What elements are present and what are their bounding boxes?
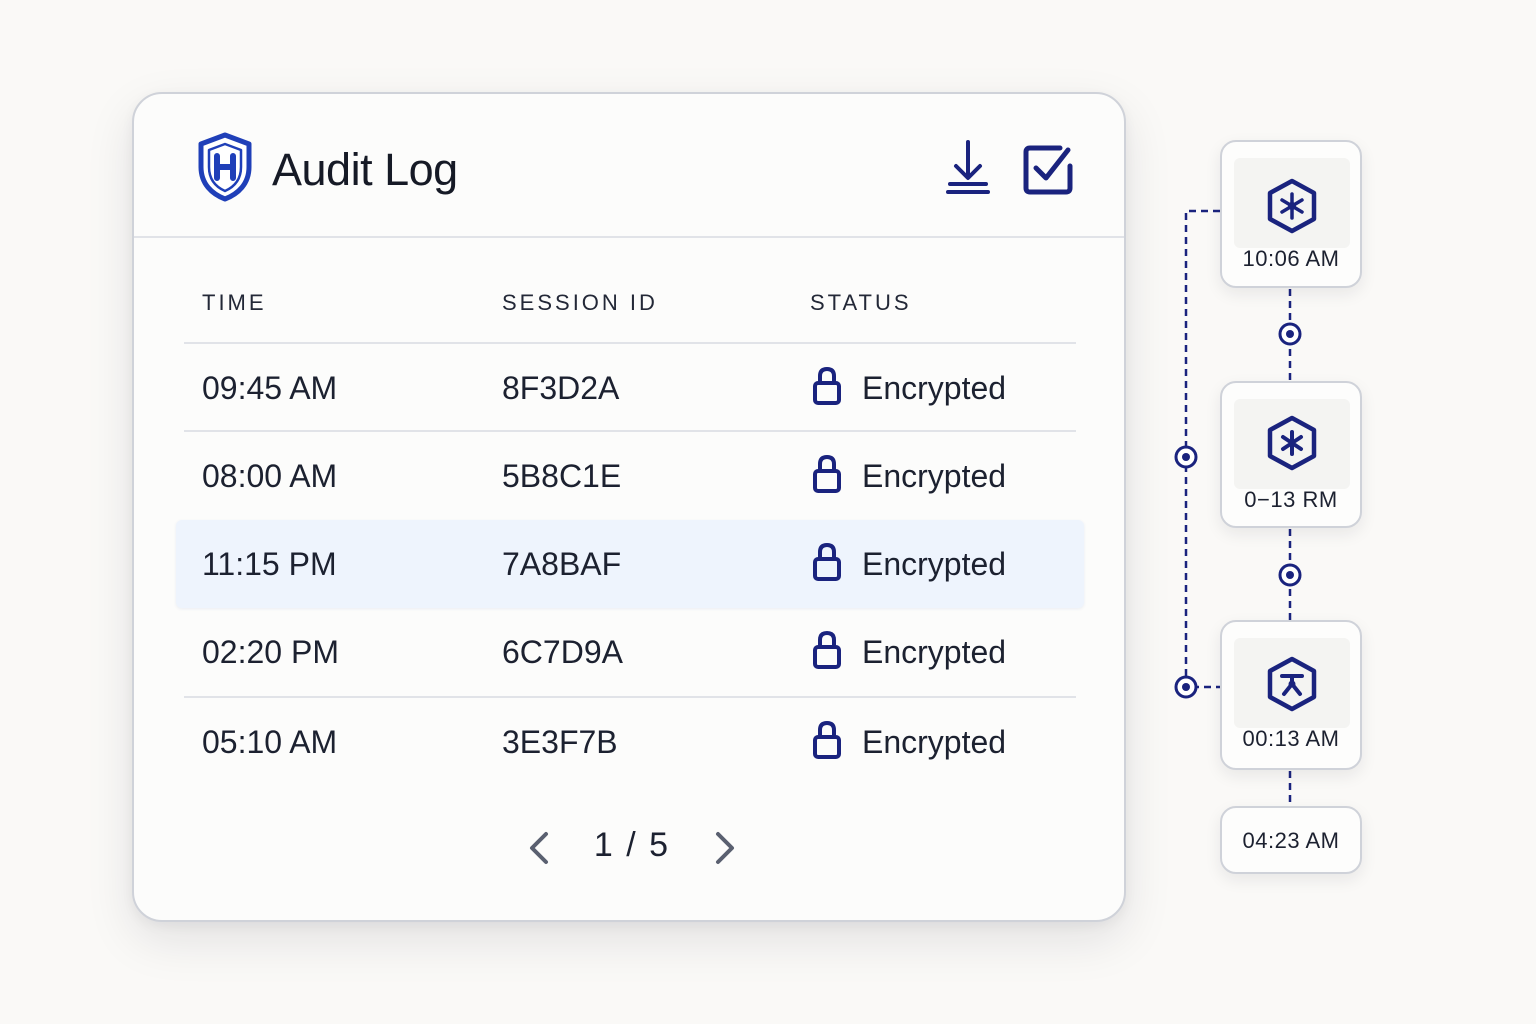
pagination: 1 / 5 xyxy=(134,824,1124,874)
time-cell: 11:15 PM xyxy=(202,546,337,582)
status-cell: Encrypted xyxy=(862,458,1007,494)
checkbox-edit-icon[interactable] xyxy=(1022,144,1074,196)
time-cell: 02:20 PM xyxy=(202,634,339,670)
page-indicator: 1 / 5 xyxy=(593,826,671,864)
card-header: Audit Log xyxy=(134,94,1124,238)
timeline-node[interactable]: 04:23 AM xyxy=(1220,806,1362,874)
page-title: Audit Log xyxy=(272,144,458,195)
column-header-session-id[interactable]: SESSION ID xyxy=(502,290,658,316)
table-row[interactable]: 09:45 AM 8F3D2A Encrypted xyxy=(184,342,1076,430)
table-row[interactable]: 02:20 PM 6C7D9A Encrypted xyxy=(184,608,1076,696)
table-row[interactable]: 05:10 AM 3E3F7B Encrypted xyxy=(184,696,1076,784)
session-id-cell: 6C7D9A xyxy=(502,634,623,670)
node-icon-panel xyxy=(1234,399,1350,489)
timeline-node[interactable]: 0−13 RM xyxy=(1220,381,1362,528)
hex-node-icon xyxy=(1267,178,1317,234)
timeline-node[interactable]: 10:06 AM xyxy=(1220,140,1362,288)
node-icon-panel xyxy=(1234,158,1350,248)
shield-h-icon xyxy=(198,132,252,202)
stage: Audit Log TIME SESSION ID STATUS 09:45 A… xyxy=(0,0,1536,1024)
session-id-cell: 8F3D2A xyxy=(502,370,620,406)
chevron-left-icon[interactable] xyxy=(526,830,552,866)
table-row[interactable]: 08:00 AM 5B8C1E Encrypted xyxy=(184,430,1076,518)
timeline-time-label: 04:23 AM xyxy=(1242,828,1340,853)
download-icon[interactable] xyxy=(944,140,992,196)
timeline-time-label: 10:06 AM xyxy=(1242,246,1340,271)
column-header-status[interactable]: STATUS xyxy=(810,290,912,316)
status-cell: Encrypted xyxy=(862,370,1007,406)
lock-icon xyxy=(813,720,841,759)
timeline-time-label: 0−13 RM xyxy=(1244,487,1338,512)
time-cell: 09:45 AM xyxy=(202,370,338,406)
timeline-node[interactable]: 00:13 AM xyxy=(1220,620,1362,770)
hex-figure-icon xyxy=(1267,656,1317,712)
session-id-cell: 3E3F7B xyxy=(502,724,618,760)
time-cell: 05:10 AM xyxy=(202,724,338,760)
node-icon-panel xyxy=(1234,638,1350,728)
hex-asterisk-icon xyxy=(1267,415,1317,471)
lock-icon xyxy=(813,454,841,493)
column-header-time[interactable]: TIME xyxy=(202,290,267,316)
lock-icon xyxy=(813,542,841,581)
status-cell: Encrypted xyxy=(862,546,1007,582)
lock-icon xyxy=(813,366,841,405)
time-cell: 08:00 AM xyxy=(202,458,338,494)
chevron-right-icon[interactable] xyxy=(712,830,738,866)
audit-log-card: Audit Log TIME SESSION ID STATUS 09:45 A… xyxy=(132,92,1126,922)
timeline-time-label: 00:13 AM xyxy=(1242,726,1340,751)
status-cell: Encrypted xyxy=(862,634,1007,670)
session-id-cell: 5B8C1E xyxy=(502,458,622,494)
session-id-cell: 7A8BAF xyxy=(502,546,622,582)
status-cell: Encrypted xyxy=(862,724,1007,760)
lock-icon xyxy=(813,630,841,669)
table-row-selected[interactable]: 11:15 PM 7A8BAF Encrypted xyxy=(176,520,1084,608)
